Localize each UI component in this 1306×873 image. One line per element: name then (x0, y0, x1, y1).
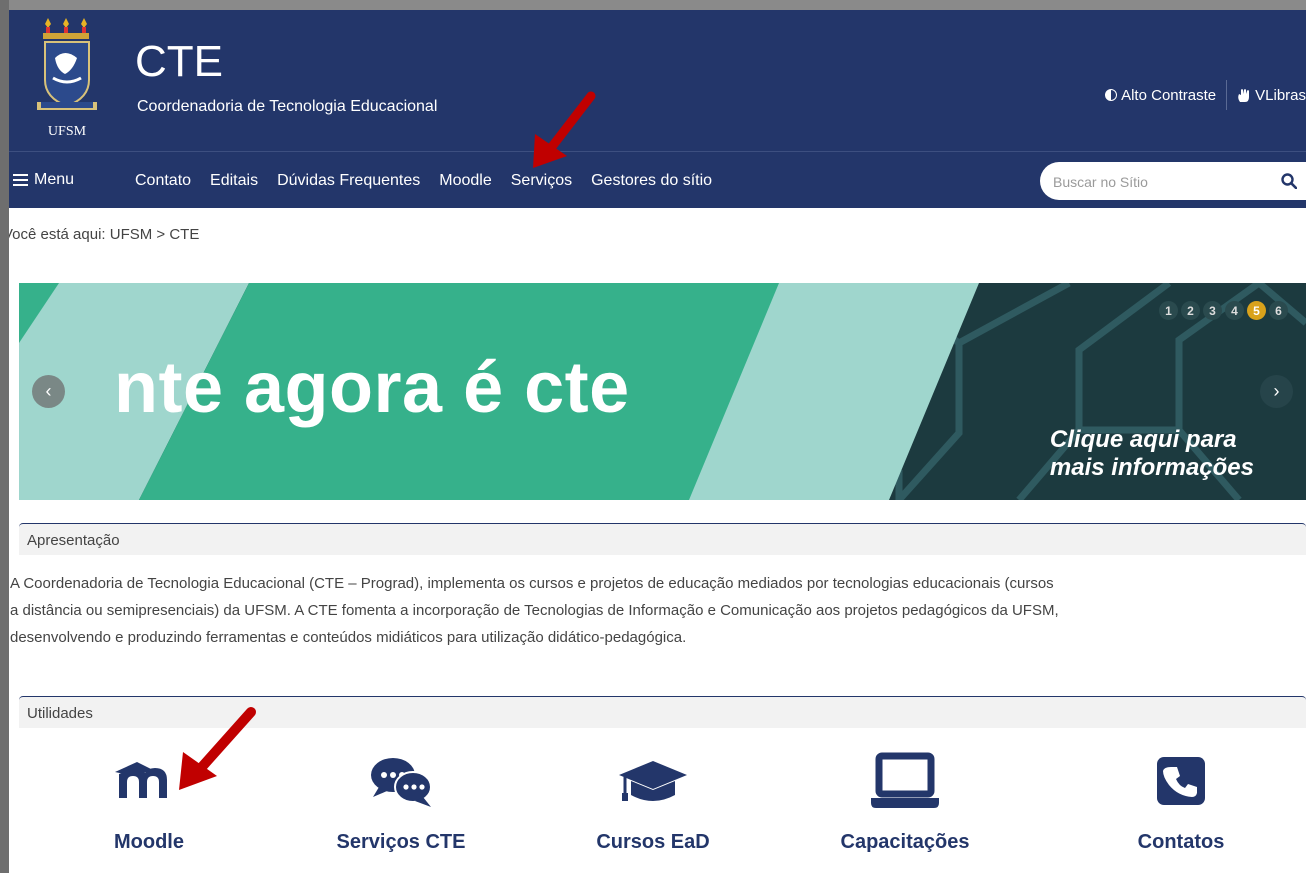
search-input[interactable] (1040, 162, 1275, 200)
util-capacitacoes-label: Capacitações (840, 831, 970, 853)
search-box (1040, 162, 1306, 200)
phone-icon (1157, 757, 1205, 805)
nav-link-editais[interactable]: Editais (210, 172, 258, 190)
menu-label: Menu (34, 171, 75, 188)
apresentacao-line-1: A Coordenadoria de Tecnologia Educaciona… (10, 575, 1054, 592)
vlibras-label: VLibras (1255, 86, 1306, 104)
screenshot-frame-top (0, 0, 1306, 10)
apresentacao-line-3: desenvolvendo e produzindo ferramentas e… (10, 629, 687, 646)
carousel-dot-5[interactable]: 5 (1247, 301, 1266, 320)
banner-cta-line1: Clique aqui para (1049, 426, 1237, 453)
carousel-dot-6[interactable]: 6 (1269, 301, 1288, 320)
carousel-dot-3[interactable]: 3 (1203, 301, 1222, 320)
util-cursos-ead-label: Cursos EaD (596, 831, 710, 853)
util-contatos-label: Contatos (1137, 831, 1225, 853)
util-moodle-label: Moodle (114, 831, 184, 853)
page: UFSM CTE Coordenadoria de Tecnologia Edu… (9, 10, 1306, 873)
contrast-icon (1105, 89, 1118, 101)
a11y-divider (1226, 80, 1228, 110)
nav-link-gestores[interactable]: Gestores do sítio (591, 172, 712, 190)
search-icon (1281, 173, 1297, 189)
site-subtitle: Coordenadoria de Tecnologia Educacional (137, 98, 438, 115)
carousel-dot-1[interactable]: 1 (1159, 301, 1178, 320)
high-contrast-label: Alto Contraste (1121, 86, 1217, 104)
apresentacao-line-2: a distância ou semipresenciais) da UFSM.… (10, 602, 1059, 619)
hero-carousel[interactable]: nte agora é cte Clique aqui para mais in… (19, 283, 1306, 500)
nav-link-servicos[interactable]: Serviços (511, 172, 572, 190)
hand-icon (1238, 88, 1250, 102)
banner-headline: nte agora é cte (114, 348, 630, 428)
vlibras-toggle[interactable]: VLibras (1237, 87, 1306, 104)
nav-link-duvidas-frequentes[interactable]: Dúvidas Frequentes (277, 172, 420, 190)
nav-links: Contato Editais Dúvidas Frequentes Moodl… (135, 172, 712, 190)
banner-cta-line2: mais informações (1049, 454, 1254, 481)
annotation-arrow-moodle (179, 707, 256, 790)
banner-cta[interactable]: Clique aqui para mais informações (1050, 426, 1254, 482)
apresentacao-text: A Coordenadoria de Tecnologia Educaciona… (10, 570, 1306, 651)
util-capacitacoes[interactable]: Capacitações (805, 745, 1005, 854)
accessibility-bar: Alto Contraste VLibras (1105, 80, 1306, 110)
carousel-prev-button[interactable]: ‹ (32, 375, 65, 408)
ufsm-logo[interactable]: UFSM (35, 18, 101, 144)
util-servicos-cte-label: Serviços CTE (336, 831, 466, 853)
annotation-arrow-nav (533, 91, 596, 168)
menu-button[interactable]: Menu (13, 171, 74, 189)
site-title[interactable]: CTE (135, 40, 223, 84)
util-servicos-cte[interactable]: Serviços CTE (301, 745, 501, 854)
util-contatos[interactable]: Contatos (1081, 745, 1281, 854)
carousel-dot-2[interactable]: 2 (1181, 301, 1200, 320)
chat-bubbles-icon (371, 758, 432, 807)
carousel-pagination: 1 2 3 4 5 6 (1159, 301, 1288, 320)
breadcrumb-text: Você está aqui: UFSM > CTE (9, 226, 200, 243)
section-heading-apresentacao: Apresentação (19, 523, 1306, 555)
nav-link-contato[interactable]: Contato (135, 172, 191, 190)
logo-text: UFSM (48, 124, 87, 139)
high-contrast-toggle[interactable]: Alto Contraste (1105, 87, 1216, 104)
nav-link-moodle[interactable]: Moodle (439, 172, 491, 190)
carousel-dot-4[interactable]: 4 (1225, 301, 1244, 320)
carousel-next-button[interactable]: › (1260, 375, 1293, 408)
laptop-icon (871, 752, 939, 808)
screenshot-frame-left (0, 0, 9, 873)
search-button[interactable] (1272, 162, 1306, 200)
breadcrumb: Você está aqui: UFSM > CTE (9, 226, 199, 243)
graduation-cap-icon (619, 761, 687, 801)
util-cursos-ead[interactable]: Cursos EaD (553, 745, 753, 854)
hamburger-icon (13, 174, 28, 186)
